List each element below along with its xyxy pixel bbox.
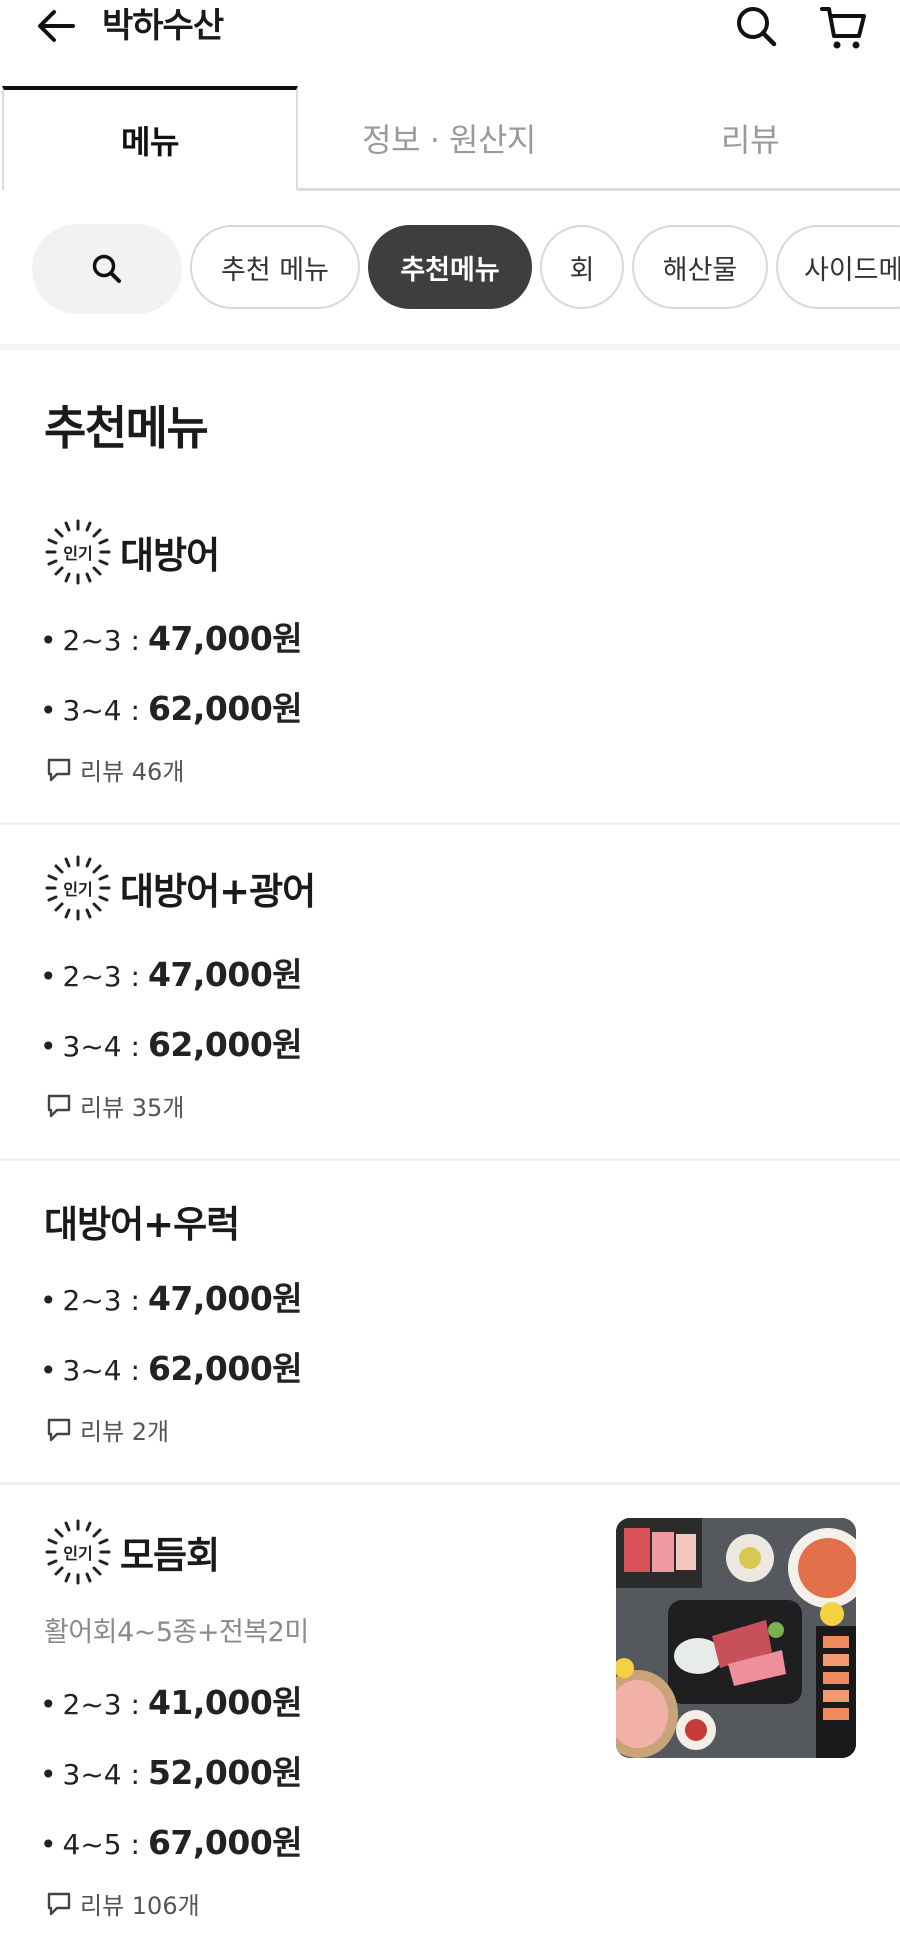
item-divider xyxy=(0,1482,900,1485)
menu-item-description: 활어회4~5종+전복2미 xyxy=(44,1617,309,1648)
chip-sashimi[interactable]: 회 xyxy=(540,225,624,309)
menu-item-name-row[interactable]: 인기 모듬회 xyxy=(44,1518,220,1586)
tab-menu[interactable]: 메뉴 xyxy=(2,86,298,190)
tab-underline xyxy=(298,188,900,191)
size-label: 3~4 : xyxy=(62,694,140,727)
back-arrow-icon xyxy=(38,10,75,42)
back-button[interactable] xyxy=(30,2,82,50)
menu-item-name: 대방어+광어 xyxy=(120,870,316,913)
comment-icon xyxy=(47,758,71,781)
price-option: • 2~3 :41,000원 xyxy=(40,1676,303,1724)
size-label: 2~3 : xyxy=(62,960,140,993)
store-title: 박하수산 xyxy=(102,6,224,46)
size-label: 3~4 : xyxy=(62,1758,140,1791)
review-count-label: 리뷰 46개 xyxy=(80,758,185,786)
menu-item-name-row[interactable]: 인기 대방어 xyxy=(44,518,220,586)
search-button[interactable] xyxy=(730,2,782,50)
menu-item-name: 대방어+우럭 xyxy=(44,1203,240,1246)
review-count: 리뷰 106개 xyxy=(46,1886,200,1921)
cart-button[interactable] xyxy=(815,2,871,54)
search-icon xyxy=(92,254,121,283)
chip-seafood[interactable]: 해산물 xyxy=(632,225,768,309)
section-title: 추천메뉴 xyxy=(44,401,209,455)
price-value: 47,000원 xyxy=(147,619,303,658)
menu-item-name-row[interactable]: 대방어+우럭 xyxy=(44,1190,240,1252)
menu-search-chip[interactable] xyxy=(32,224,182,314)
review-count-label: 리뷰 106개 xyxy=(80,1892,200,1920)
chip-recommended-menu-selected[interactable]: 추천메뉴 xyxy=(368,225,532,309)
price-value: 62,000원 xyxy=(147,1025,303,1064)
popular-badge-label: 인기 xyxy=(63,544,93,563)
price-option: • 3~4 :62,000원 xyxy=(40,1018,303,1066)
price-value: 41,000원 xyxy=(147,1683,303,1722)
app-header: 박하수산 xyxy=(0,0,900,80)
item-divider xyxy=(0,1158,900,1161)
review-count-label: 리뷰 35개 xyxy=(80,1094,185,1122)
price-value: 47,000원 xyxy=(147,1279,303,1318)
popular-badge-label: 인기 xyxy=(63,880,93,899)
size-label: 3~4 : xyxy=(62,1030,140,1063)
size-label: 3~4 : xyxy=(62,1354,140,1387)
price-value: 62,000원 xyxy=(147,1349,303,1388)
tab-bar: 메뉴 정보 · 원산지 리뷰 xyxy=(0,86,900,192)
sashimi-platter-image xyxy=(616,1518,856,1758)
chip-side-menu[interactable]: 사이드메 xyxy=(776,225,900,309)
menu-item-name-row[interactable]: 인기 대방어+광어 xyxy=(44,854,316,922)
review-count-label: 리뷰 2개 xyxy=(80,1418,170,1446)
review-count: 리뷰 35개 xyxy=(46,1088,184,1123)
chip-recommended-menu[interactable]: 추천 메뉴 xyxy=(190,225,360,309)
category-chip-bar: 추천 메뉴 추천메뉴 회 해산물 사이드메 xyxy=(0,222,900,314)
price-value: 47,000원 xyxy=(147,955,303,994)
size-label: 4~5 : xyxy=(62,1828,140,1861)
menu-item-name: 모듬회 xyxy=(120,1534,220,1577)
popular-badge: 인기 xyxy=(44,518,112,586)
size-label: 2~3 : xyxy=(62,624,140,657)
item-divider xyxy=(0,822,900,825)
comment-icon xyxy=(47,1094,71,1117)
review-count: 리뷰 46개 xyxy=(46,752,184,787)
price-value: 52,000원 xyxy=(147,1753,303,1792)
price-option: • 3~4 :52,000원 xyxy=(40,1746,303,1794)
price-option: • 2~3 :47,000원 xyxy=(40,1272,303,1320)
popular-badge-label: 인기 xyxy=(63,1544,93,1563)
tab-reviews[interactable]: 리뷰 xyxy=(600,86,900,190)
review-count: 리뷰 2개 xyxy=(46,1412,169,1447)
price-option: • 2~3 :47,000원 xyxy=(40,612,303,660)
section-divider xyxy=(0,344,900,350)
tab-info-origin[interactable]: 정보 · 원산지 xyxy=(298,86,600,190)
price-option: • 3~4 :62,000원 xyxy=(40,682,303,730)
price-option: • 2~3 :47,000원 xyxy=(40,948,303,996)
price-option: • 4~5 :67,000원 xyxy=(40,1816,303,1864)
price-option: • 3~4 :62,000원 xyxy=(40,1342,303,1390)
size-label: 2~3 : xyxy=(62,1688,140,1721)
popular-badge: 인기 xyxy=(44,854,112,922)
search-icon xyxy=(737,7,777,47)
price-value: 67,000원 xyxy=(147,1823,303,1862)
size-label: 2~3 : xyxy=(62,1284,140,1317)
comment-icon xyxy=(47,1892,71,1915)
price-value: 62,000원 xyxy=(147,689,303,728)
menu-item-name: 대방어 xyxy=(120,534,220,577)
popular-badge: 인기 xyxy=(44,1518,112,1586)
cart-icon xyxy=(820,7,866,49)
menu-item-photo[interactable] xyxy=(616,1518,856,1758)
comment-icon xyxy=(47,1418,71,1441)
